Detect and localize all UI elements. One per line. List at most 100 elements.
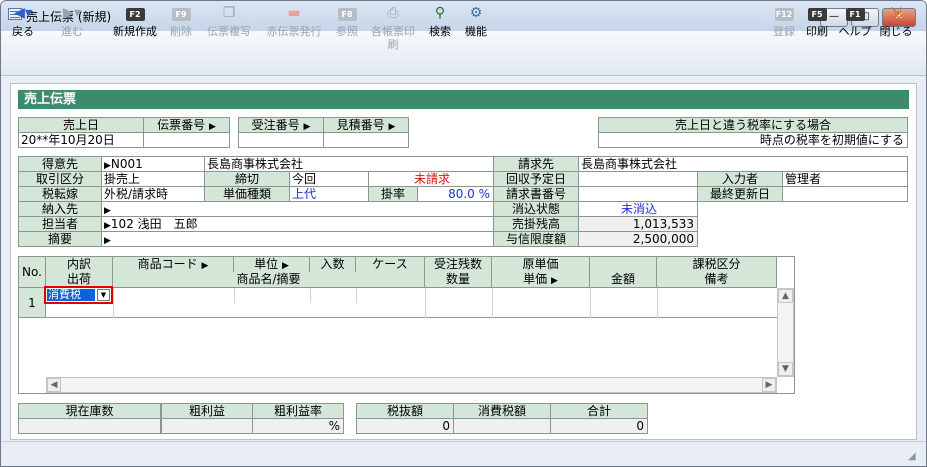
last-update-value xyxy=(782,186,908,202)
memo-field[interactable]: ▶ xyxy=(101,231,494,247)
close-label: 閉じる xyxy=(879,25,913,38)
pretax-label: 税抜額 xyxy=(356,403,454,419)
new-button[interactable]: F2 新規作成 xyxy=(108,2,162,42)
sales-date-label: 売上日 xyxy=(18,117,144,133)
help-label: ヘルプ xyxy=(838,25,872,38)
red-slip-icon: ▬ xyxy=(287,5,301,21)
delete-button[interactable]: F9 削除 xyxy=(166,2,196,42)
estimate-no-label: 見積番号 xyxy=(336,118,385,132)
horizontal-scrollbar[interactable] xyxy=(46,377,777,393)
reference-button[interactable]: F8 参照 xyxy=(332,2,362,42)
total-value: 0 xyxy=(550,418,648,434)
clear-status-value: 未消込 xyxy=(578,201,698,217)
estimate-no-field[interactable] xyxy=(323,132,409,148)
arrow-right-icon: ▶ xyxy=(201,261,209,271)
f2-key-icon: F2 xyxy=(125,8,145,21)
col-header-product-code[interactable]: 商品コード ▶ xyxy=(113,257,234,273)
staff-code: 102 xyxy=(110,217,134,231)
closing-select[interactable]: 今回 xyxy=(289,171,369,187)
arrow-right-icon: ▶ xyxy=(104,221,111,231)
staff-name: 浅田 五郎 xyxy=(137,217,198,231)
search-label: 検索 xyxy=(429,25,451,38)
row-number: 1 xyxy=(19,288,46,318)
help-button[interactable]: F1 ヘルプ xyxy=(836,2,874,42)
page-title: 売上伝票 xyxy=(18,90,909,109)
col-header-order-remaining: 受注残数 xyxy=(425,257,492,273)
staff-field[interactable]: ▶102 浅田 五郎 xyxy=(101,216,494,232)
search-button[interactable]: ⚲ 検索 xyxy=(424,2,456,42)
function-button[interactable]: ⚙ 機能 xyxy=(460,2,492,42)
inputter-label: 入力者 xyxy=(697,171,783,187)
print-reports-button[interactable]: ⎙ 各帳票印刷 xyxy=(366,2,420,51)
slip-no-field[interactable] xyxy=(143,132,230,148)
order-no-field[interactable] xyxy=(238,132,324,148)
print-label: 印刷 xyxy=(806,25,828,38)
row-type-select[interactable]: 消費税 ▼ xyxy=(44,286,113,304)
close-button[interactable]: ⇲ 閉じる xyxy=(878,2,914,42)
trade-type-label: 取引区分 xyxy=(18,171,102,187)
tax-rate-initial-button[interactable]: 時点の税率を初期値にする xyxy=(598,132,908,148)
scroll-right-button[interactable]: ▶ xyxy=(762,378,776,392)
col-header-product-name: 商品名/摘要 xyxy=(113,272,425,288)
scroll-up-button[interactable]: ▲ xyxy=(778,289,793,303)
closing-label: 締切 xyxy=(204,171,290,187)
collection-date-field[interactable] xyxy=(578,171,698,187)
tax-shift-select[interactable]: 外税/請求時 xyxy=(101,186,205,202)
col-header-unit-price[interactable]: 単価 ▶ xyxy=(492,272,590,288)
arrow-right-icon: ▶ xyxy=(208,122,216,132)
trade-type-select[interactable]: 掛売上 xyxy=(101,171,205,187)
red-slip-label: 赤伝票発行 xyxy=(266,25,322,38)
reference-label: 参照 xyxy=(336,25,358,38)
red-slip-button[interactable]: ▬ 赤伝票発行 xyxy=(262,2,326,42)
rate-field[interactable]: 80.0 % xyxy=(417,186,494,202)
register-button[interactable]: F12 登録 xyxy=(768,2,800,42)
col-header-cost: 原単価 xyxy=(492,257,590,273)
copy-slip-button[interactable]: ❐ 伝票複写 xyxy=(202,2,256,42)
customer-name-field[interactable]: 長島商事株式会社 xyxy=(204,156,494,172)
scroll-down-button[interactable]: ▼ xyxy=(778,362,793,376)
f5-key-icon: F5 xyxy=(807,8,827,21)
copy-icon: ❐ xyxy=(222,5,236,21)
receivable-label: 売掛残高 xyxy=(493,216,579,232)
order-no-button[interactable]: 受注番号 ▶ xyxy=(238,117,324,133)
product-code-label: 商品コード xyxy=(137,257,198,271)
function-label: 機能 xyxy=(465,25,487,38)
invoice-no-field xyxy=(578,186,698,202)
inputter-value: 管理者 xyxy=(782,171,908,187)
col-header-unit[interactable]: 単位 ▶ xyxy=(234,257,310,273)
table-row[interactable] xyxy=(46,288,777,318)
estimate-no-button[interactable]: 見積番号 ▶ xyxy=(323,117,409,133)
arrow-right-icon: ▶ xyxy=(550,276,558,286)
customer-code-field[interactable]: ▶N001 xyxy=(101,156,205,172)
print-reports-icon: ⎙ xyxy=(387,5,399,21)
arrow-right-icon: ▶ xyxy=(388,122,396,132)
arrow-right-icon: ▶ xyxy=(104,206,111,216)
price-type-select[interactable]: 上代 xyxy=(289,186,369,202)
tax-amount-label: 消費税額 xyxy=(453,403,551,419)
col-header-no: No. xyxy=(19,257,46,288)
row-type-value: 消費税 xyxy=(47,289,95,301)
print-reports-label: 各帳票印刷 xyxy=(371,25,415,51)
scroll-left-button[interactable]: ◀ xyxy=(47,378,61,392)
delivery-field[interactable]: ▶ xyxy=(101,201,494,217)
print-button[interactable]: F5 印刷 xyxy=(802,2,832,42)
col-header-tax-class: 課税区分 xyxy=(657,257,777,273)
tax-shift-label: 税転嫁 xyxy=(18,186,102,202)
arrow-right-icon: ▶ xyxy=(281,261,289,271)
gross-rate-label: 粗利益率 xyxy=(252,403,344,419)
slip-no-button[interactable]: 伝票番号 ▶ xyxy=(143,117,230,133)
customer-code: N001 xyxy=(110,157,143,171)
f12-key-icon: F12 xyxy=(774,8,794,21)
resize-grip-icon[interactable]: ◢ xyxy=(908,451,916,462)
chevron-down-icon[interactable]: ▼ xyxy=(97,289,110,301)
sales-date-field[interactable]: 20**年10月20日 xyxy=(18,132,144,148)
memo-label: 摘要 xyxy=(18,231,102,247)
total-label: 合計 xyxy=(550,403,648,419)
tax-amount-value xyxy=(453,418,551,434)
back-button[interactable]: ◀▾ 戻る xyxy=(6,2,40,42)
gross-profit-label: 粗利益 xyxy=(161,403,253,419)
last-update-label: 最終更新日 xyxy=(697,186,783,202)
forward-button[interactable]: ▶▾ 進む xyxy=(52,2,92,42)
function-icon: ⚙ xyxy=(469,5,483,21)
f1-key-icon: F1 xyxy=(845,8,865,21)
